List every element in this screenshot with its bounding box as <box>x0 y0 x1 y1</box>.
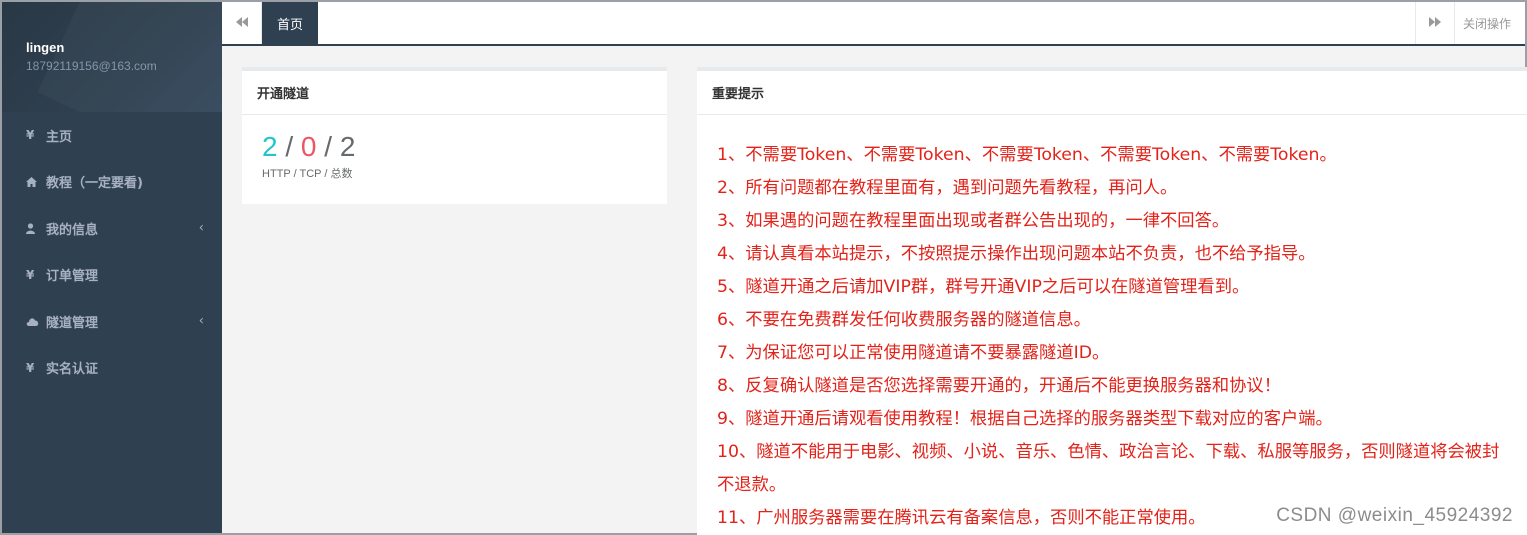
yen-icon: ¥ <box>26 267 35 282</box>
notice-line: 4、请认真看本站提示，不按照提示操作出现问题本站不负责，也不给予指导。 <box>717 244 1316 264</box>
notice-line: 2、所有问题都在教程里面有，遇到问题先看教程，再问人。 <box>717 178 1178 198</box>
scroll-tabs-left-button[interactable] <box>222 2 262 44</box>
sidebar-item-label: 隧道管理 <box>46 315 99 331</box>
panel-title: 开通隧道 <box>242 71 667 115</box>
notice-line: 8、反复确认隧道是否您选择需要开通的，开通后不能更换服务器和协议！ <box>717 376 1281 396</box>
double-chevron-left-icon <box>235 16 248 30</box>
total-count: 2 <box>339 131 356 162</box>
double-chevron-right-icon <box>1429 16 1441 30</box>
notice-line: 不退款。 <box>717 475 787 495</box>
scroll-tabs-right-button[interactable] <box>1415 2 1455 44</box>
notice-line: 6、不要在免费群发任何收费服务器的隧道信息。 <box>717 310 1091 330</box>
separator: / <box>324 131 333 162</box>
http-count: 2 <box>262 131 278 162</box>
sidebar-item-home[interactable]: ¥ 主页 <box>2 112 222 159</box>
notice-line: 7、为保证您可以正常使用隧道请不要暴露隧道ID。 <box>717 343 1110 363</box>
panel-title: 重要提示 <box>697 71 1527 115</box>
sidebar-item-label: 教程（一定要看) <box>46 176 143 192</box>
notice-line: 10、隧道不能用于电影、视频、小说、音乐、色情、政治言论、下载、私服等服务，否则… <box>717 442 1500 462</box>
notice-line: 9、隧道开通后请观看使用教程！根据自己选择的服务器类型下载对应的客户端。 <box>717 409 1333 429</box>
separator: / <box>285 131 294 162</box>
tab-home[interactable]: 首页 <box>262 2 318 44</box>
chevron-left-icon: ‹ <box>198 220 204 236</box>
user-profile[interactable]: lingen 18792119156@163.com <box>2 2 222 112</box>
sidebar-item-label: 订单管理 <box>46 269 99 285</box>
watermark: CSDN @weixin_45924392 <box>1276 505 1513 526</box>
notice-line: 3、如果遇的问题在教程里面出现或者群公告出现的，一律不回答。 <box>717 211 1230 231</box>
notice-panel: 重要提示 1、不需要Token、不需要Token、不需要Token、不需要Tok… <box>697 67 1527 535</box>
counts-caption: HTTP / TCP / 总数 <box>262 168 353 180</box>
notice-line: 1、不需要Token、不需要Token、不需要Token、不需要Token、不需… <box>717 145 1337 165</box>
tunnel-stats-panel: 开通隧道 2 / 0 / 2 HTTP / TCP / 总数 <box>242 67 667 204</box>
sidebar-item-my-info[interactable]: 我的信息 ‹ <box>2 205 222 252</box>
notice-list: 1、不需要Token、不需要Token、不需要Token、不需要Token、不需… <box>697 115 1527 535</box>
sidebar-item-tunnels[interactable]: 隧道管理 ‹ <box>2 298 222 345</box>
home-icon <box>26 176 42 187</box>
chevron-left-icon: ‹ <box>198 313 204 329</box>
user-icon <box>26 223 42 234</box>
close-operations-dropdown[interactable]: 关闭操作 <box>1455 2 1525 44</box>
sidebar-item-tutorial[interactable]: 教程（一定要看) <box>2 159 222 206</box>
tcp-count: 0 <box>300 131 317 162</box>
sidebar-item-label: 实名认证 <box>46 362 99 378</box>
tab-bar: 首页 关闭操作 <box>222 2 1525 46</box>
user-name: lingen <box>26 40 65 55</box>
sidebar-item-verification[interactable]: ¥ 实名认证 <box>2 345 222 392</box>
yen-icon: ¥ <box>26 128 35 143</box>
sidebar: lingen 18792119156@163.com ¥ 主页 教程（一定要看)… <box>2 2 222 533</box>
notice-line: 5、隧道开通之后请加VIP群，群号开通VIP之后可以在隧道管理看到。 <box>717 277 1250 297</box>
tunnel-counts: 2 / 0 / 2 <box>262 131 667 163</box>
sidebar-item-label: 我的信息 <box>46 222 99 238</box>
user-email: 18792119156@163.com <box>26 59 157 73</box>
sidebar-item-label: 主页 <box>46 129 73 145</box>
sidebar-item-orders[interactable]: ¥ 订单管理 <box>2 252 222 299</box>
yen-icon: ¥ <box>26 360 35 375</box>
cloud-icon <box>26 317 42 326</box>
